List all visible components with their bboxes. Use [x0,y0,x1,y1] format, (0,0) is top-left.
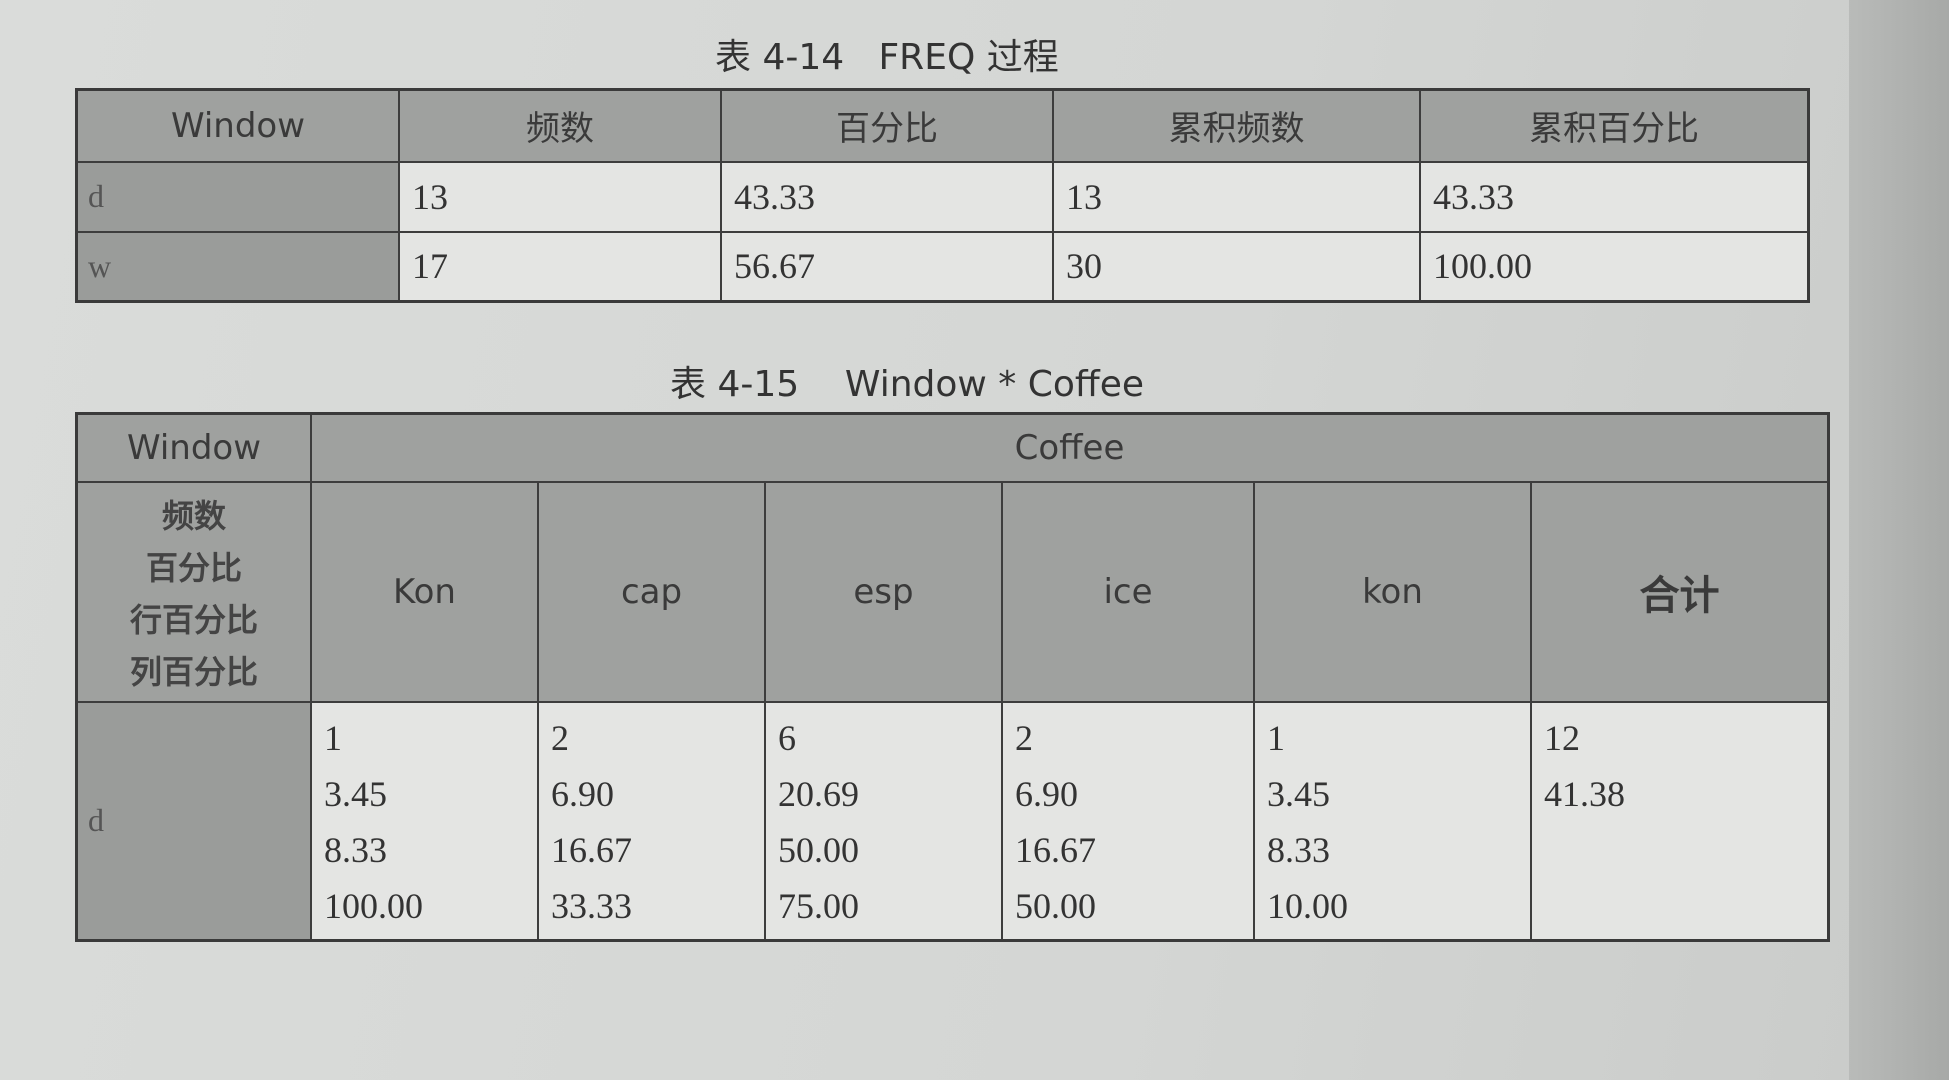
row-label-d: d [75,160,400,233]
col-header-window: Window [75,88,400,163]
table-cell: 100.00 [1419,230,1810,303]
stat-label-percent: 百分比 [145,548,242,587]
table-row: w 17 56.67 30 100.00 [75,230,1810,303]
cell-value: 2 [551,717,569,758]
table-4-15: Window Coffee 频数 百分比 行百分比 列百分比 Kon cap e… [75,412,1830,942]
stat-label-col-percent: 列百分比 [129,652,258,691]
col-header-cumulative-frequency: 累积频数 [1052,88,1421,163]
col-header-frequency: 频数 [398,88,722,163]
table-row: d 13 43.33 13 43.33 [75,160,1810,233]
cell-value: 3.45 [1267,773,1330,814]
cell-value: 6 [778,717,796,758]
col-header-Kon: Kon [310,480,539,703]
col-header-cap: cap [537,480,766,703]
cell-value: 3.45 [324,773,387,814]
col-header-total: 合计 [1530,480,1830,703]
cell-value: 12 [1544,717,1580,758]
corner-header-window: Window [75,412,312,483]
stat-labels-cell: 频数 百分比 行百分比 列百分比 [75,480,312,703]
table-cell: 56.67 [720,230,1054,303]
cell-value: 33.33 [551,885,632,926]
cell-value: 50.00 [778,829,859,870]
cell-value: 75.00 [778,885,859,926]
cell-value: 6.90 [551,773,614,814]
table-cell: 1 3.45 8.33 100.00 [310,700,539,941]
table-cell: 30 [1052,230,1421,303]
table-cell-total: 12 41.38 [1530,700,1830,941]
cell-value: 16.67 [1015,829,1096,870]
stat-label-frequency: 频数 [161,496,226,535]
row-label-d: d [75,700,312,941]
table-cell: 13 [398,160,722,233]
cell-value: 16.67 [551,829,632,870]
cell-value: 100.00 [324,885,423,926]
table-row: d 1 3.45 8.33 100.00 2 6.90 16.67 33.33 … [75,700,1830,941]
table-cell: 2 6.90 16.67 50.00 [1001,700,1255,941]
group-header-coffee: Coffee [310,412,1830,483]
cell-value: 10.00 [1267,885,1348,926]
col-header-esp: esp [764,480,1003,703]
table-4-14-caption: 表 4-14 FREQ 过程 [715,37,1059,78]
col-header-kon: kon [1253,480,1532,703]
stat-label-row-percent: 行百分比 [129,600,258,639]
table-cell: 43.33 [720,160,1054,233]
cell-value: 8.33 [1267,829,1330,870]
table-cell: 6 20.69 50.00 75.00 [764,700,1003,941]
cell-value: 1 [1267,717,1285,758]
cell-value: 1 [324,717,342,758]
row-label-w: w [75,230,400,303]
cell-value: 6.90 [1015,773,1078,814]
cell-value: 20.69 [778,773,859,814]
table-cell: 1 3.45 8.33 10.00 [1253,700,1532,941]
cell-value: 41.38 [1544,773,1625,814]
table-cell: 2 6.90 16.67 33.33 [537,700,766,941]
table-4-15-caption: 表 4-15 Window * Coffee [670,364,1145,405]
table-4-14: Window 频数 百分比 累积频数 累积百分比 d 13 43.33 13 4… [75,88,1810,303]
table-cell: 13 [1052,160,1421,233]
col-header-percent: 百分比 [720,88,1054,163]
cell-value: 8.33 [324,829,387,870]
book-page-edge [1849,0,1949,1080]
col-header-ice: ice [1001,480,1255,703]
col-header-cumulative-percent: 累积百分比 [1419,88,1810,163]
cell-value: 2 [1015,717,1033,758]
table-cell: 17 [398,230,722,303]
table-cell: 43.33 [1419,160,1810,233]
cell-value: 50.00 [1015,885,1096,926]
